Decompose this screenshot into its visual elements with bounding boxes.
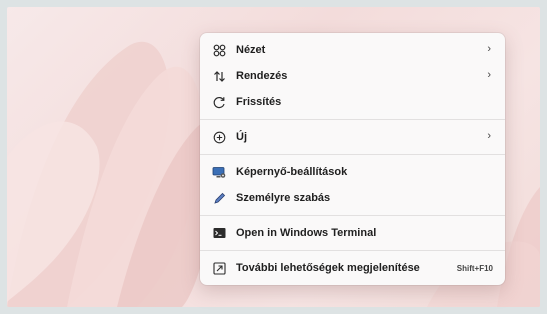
- view-grid-icon: [212, 43, 226, 57]
- menu-item-personalize[interactable]: Személyre szabás: [200, 185, 505, 211]
- menu-item-show-more-options[interactable]: További lehetőségek megjelenítése Shift+…: [200, 255, 505, 281]
- menu-item-label: Rendezés: [236, 70, 288, 82]
- menu-separator: [200, 250, 505, 251]
- keyboard-shortcut: Shift+F10: [456, 264, 493, 273]
- menu-item-display-settings[interactable]: Képernyő-beállítások: [200, 159, 505, 185]
- menu-item-label: Open in Windows Terminal: [236, 227, 377, 239]
- refresh-icon: [212, 95, 226, 109]
- desktop-context-menu: Nézet › Rendezés › Frissítés Új › Képern…: [200, 33, 505, 285]
- chevron-right-icon: ›: [487, 130, 491, 142]
- menu-item-label: Nézet: [236, 44, 266, 56]
- menu-separator: [200, 119, 505, 120]
- menu-item-label: Frissítés: [236, 96, 282, 108]
- menu-item-new[interactable]: Új ›: [200, 124, 505, 150]
- chevron-right-icon: ›: [487, 69, 491, 81]
- menu-item-refresh[interactable]: Frissítés: [200, 89, 505, 115]
- menu-item-label: Képernyő-beállítások: [236, 166, 348, 178]
- new-plus-icon: [212, 130, 226, 144]
- menu-item-label: További lehetőségek megjelenítése: [236, 262, 420, 274]
- menu-item-view[interactable]: Nézet ›: [200, 37, 505, 63]
- menu-item-label: Személyre szabás: [236, 192, 331, 204]
- menu-item-open-terminal[interactable]: Open in Windows Terminal: [200, 220, 505, 246]
- menu-separator: [200, 215, 505, 216]
- chevron-right-icon: ›: [487, 43, 491, 55]
- pen-brush-icon: [212, 191, 226, 205]
- menu-separator: [200, 154, 505, 155]
- display-settings-icon: [212, 165, 226, 179]
- menu-item-label: Új: [236, 131, 247, 143]
- sort-arrows-icon: [212, 69, 226, 83]
- menu-item-sort[interactable]: Rendezés ›: [200, 63, 505, 89]
- terminal-icon: [212, 226, 226, 240]
- more-options-icon: [212, 261, 226, 275]
